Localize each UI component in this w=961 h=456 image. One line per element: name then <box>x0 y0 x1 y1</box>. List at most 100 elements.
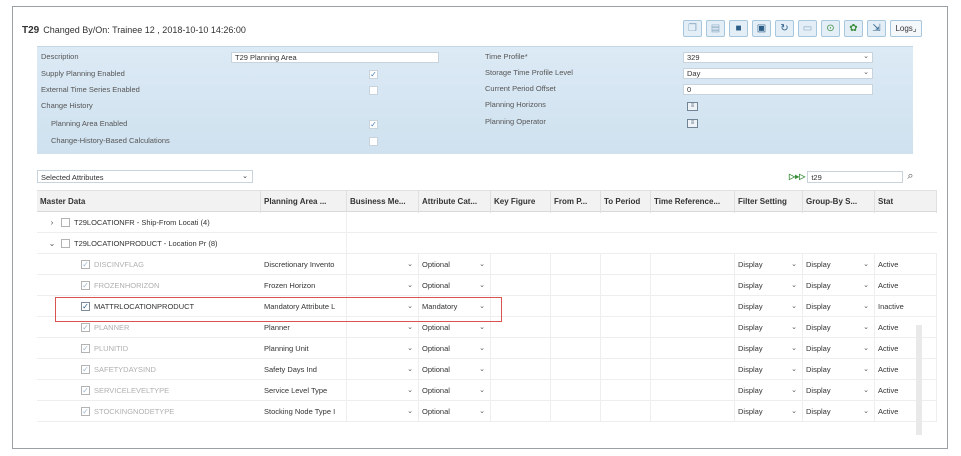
column-header-status[interactable]: Stat <box>875 191 937 213</box>
key-figure-cell <box>491 254 551 275</box>
chevron-down-icon: ⌄ <box>791 366 797 373</box>
group-by-select[interactable]: Display ⌄ <box>803 275 875 296</box>
search-icon[interactable]: ⌕ <box>907 170 913 183</box>
table-row-group[interactable]: ⌄ T29LOCATIONPRODUCT - Location Pr (8) <box>37 233 937 254</box>
change-history-calc-checkbox[interactable] <box>369 137 378 146</box>
chevron-down-icon: ⌄ <box>863 53 869 60</box>
refresh-icon[interactable]: ↻ <box>775 20 794 37</box>
description-field[interactable]: T29 Planning Area <box>231 52 439 63</box>
planning-area-enabled-checkbox[interactable]: ✓ <box>369 120 378 129</box>
change-history-calc-label: Change-History-Based Calculations <box>51 136 170 145</box>
time-reference-cell <box>651 338 735 359</box>
filter-setting-select[interactable]: Display ⌄ <box>735 275 803 296</box>
table-row[interactable]: ✓ SERVICELEVELTYPE Service Level Type ⌄ Opti… <box>37 380 937 401</box>
save-as-icon[interactable]: ▣ <box>752 20 771 37</box>
column-header-planning-area[interactable]: Planning Area ... <box>261 191 347 213</box>
column-header-group-by[interactable]: Group-By S... <box>803 191 875 213</box>
attribute-category-select[interactable]: Optional ⌄ <box>419 254 491 275</box>
business-meaning-select[interactable]: ⌄ <box>347 401 419 422</box>
group-by-select[interactable]: Display ⌄ <box>803 254 875 275</box>
group-by-select[interactable]: Display ⌄ <box>803 380 875 401</box>
attribute-checkbox[interactable]: ✓ <box>81 281 90 290</box>
table-row[interactable]: ✓ PLUNITID Planning Unit ⌄ Optional ⌄ Display ⌄… <box>37 338 937 359</box>
attribute-checkbox[interactable]: ✓ <box>81 386 90 395</box>
filter-setting-select[interactable]: Display ⌄ <box>735 359 803 380</box>
table-row[interactable]: ✓ SAFETYDAYSIND Safety Days Ind ⌄ Optional ⌄ D… <box>37 359 937 380</box>
period-offset-field[interactable]: 0 <box>683 84 873 95</box>
attribute-category-select[interactable]: Optional ⌄ <box>419 275 491 296</box>
attribute-checkbox[interactable]: ✓ <box>81 260 90 269</box>
group-by-select[interactable]: Display ⌄ <box>803 296 875 317</box>
chevron-down-icon: ⌄ <box>242 173 248 180</box>
status-cell-text: Active <box>878 365 899 374</box>
chevron-down-icon: ⌄ <box>791 387 797 394</box>
time-profile-select[interactable]: 329 ⌄ <box>683 52 873 63</box>
table-row[interactable]: ✓ STOCKINGNODETYPE Stocking Node Type I ⌄ Op… <box>37 401 937 422</box>
filter-setting-select[interactable]: Display ⌄ <box>735 380 803 401</box>
business-meaning-select[interactable]: ⌄ <box>347 275 419 296</box>
column-header-key-figure[interactable]: Key Figure <box>491 191 551 213</box>
column-header-to-period[interactable]: To Period <box>601 191 651 213</box>
group-by-select[interactable]: Display ⌄ <box>803 401 875 422</box>
screen-icon[interactable]: ▭ <box>798 20 817 37</box>
chevron-down-icon: ⌄ <box>479 261 485 268</box>
attribute-category-select[interactable]: Optional ⌄ <box>419 401 491 422</box>
chevron-down-icon: ⌄ <box>791 345 797 352</box>
filter-setting-select[interactable]: Display ⌄ <box>735 296 803 317</box>
selected-attributes-select[interactable]: Selected Attributes ⌄ <box>37 170 253 183</box>
column-header-from-period[interactable]: From P... <box>551 191 601 213</box>
chevron-down-icon: ⌄ <box>479 387 485 394</box>
search-input[interactable]: t29 <box>807 170 904 183</box>
value-help-icon[interactable]: ≡ <box>687 102 698 111</box>
navigate-arrows-icon[interactable]: ▷▸▷ <box>789 172 805 181</box>
tree-icon[interactable]: ✿ <box>844 20 863 37</box>
group-by-select[interactable]: Display ⌄ <box>803 317 875 338</box>
column-header-time-reference[interactable]: Time Reference... <box>651 191 735 213</box>
chevron-right-icon[interactable]: › <box>47 212 57 233</box>
copy-icon[interactable]: ❐ <box>683 20 702 37</box>
value-help-icon[interactable]: ≡ <box>687 119 698 128</box>
attribute-category-select[interactable]: Optional ⌄ <box>419 359 491 380</box>
from-period-cell <box>551 401 601 422</box>
group-label: T29LOCATIONFR - Ship-From Locati (4) <box>74 218 210 227</box>
attribute-category-select[interactable]: Optional ⌄ <box>419 338 491 359</box>
to-period-cell <box>601 296 651 317</box>
table-row[interactable]: ✓ DISCINVFLAG Discretionary Invento ⌄ Option… <box>37 254 937 275</box>
logs-button[interactable]: Logs ⌟ <box>890 20 922 37</box>
filter-setting-select[interactable]: Display ⌄ <box>735 317 803 338</box>
filter-setting-select-text: Display <box>738 407 763 416</box>
attribute-category-select[interactable]: Optional ⌄ <box>419 380 491 401</box>
business-meaning-select[interactable]: ⌄ <box>347 254 419 275</box>
table-row-group[interactable]: › T29LOCATIONFR - Ship-From Locati (4) <box>37 212 937 233</box>
attribute-checkbox[interactable]: ✓ <box>81 407 90 416</box>
column-header-attribute-category[interactable]: Attribute Cat... <box>419 191 491 213</box>
external-time-series-checkbox[interactable] <box>369 86 378 95</box>
business-meaning-select[interactable]: ⌄ <box>347 359 419 380</box>
chevron-down-icon[interactable]: ⌄ <box>47 233 57 254</box>
table-row[interactable]: ✓ FROZENHORIZON Frozen Horizon ⌄ Optional ⌄ Di… <box>37 275 937 296</box>
attribute-category-select-text: Optional <box>422 344 450 353</box>
filter-setting-select[interactable]: Display ⌄ <box>735 254 803 275</box>
save-icon[interactable]: ■ <box>729 20 748 37</box>
business-meaning-select[interactable]: ⌄ <box>347 380 419 401</box>
activate-icon[interactable]: ⊙ <box>821 20 840 37</box>
document-icon[interactable]: ▤ <box>706 20 725 37</box>
attribute-checkbox[interactable]: ✓ <box>81 344 90 353</box>
attribute-checkbox[interactable]: ✓ <box>81 365 90 374</box>
vertical-scrollbar[interactable] <box>916 325 922 435</box>
business-meaning-select[interactable]: ⌄ <box>347 338 419 359</box>
column-header-master-data[interactable]: Master Data <box>37 191 261 213</box>
column-header-filter-setting[interactable]: Filter Setting <box>735 191 803 213</box>
filter-setting-select[interactable]: Display ⌄ <box>735 401 803 422</box>
storage-level-select[interactable]: Day ⌄ <box>683 68 873 79</box>
group-by-select[interactable]: Display ⌄ <box>803 359 875 380</box>
group-checkbox[interactable] <box>61 218 70 227</box>
group-by-select[interactable]: Display ⌄ <box>803 338 875 359</box>
filter-setting-select[interactable]: Display ⌄ <box>735 338 803 359</box>
supply-planning-checkbox[interactable]: ✓ <box>369 70 378 79</box>
column-header-business-meaning[interactable]: Business Me... <box>347 191 419 213</box>
attribute-checkbox[interactable]: ✓ <box>81 323 90 332</box>
export-icon[interactable]: ⇲ <box>867 20 886 37</box>
planning-area-cell-text: Frozen Horizon <box>264 281 316 290</box>
group-checkbox[interactable] <box>61 239 70 248</box>
